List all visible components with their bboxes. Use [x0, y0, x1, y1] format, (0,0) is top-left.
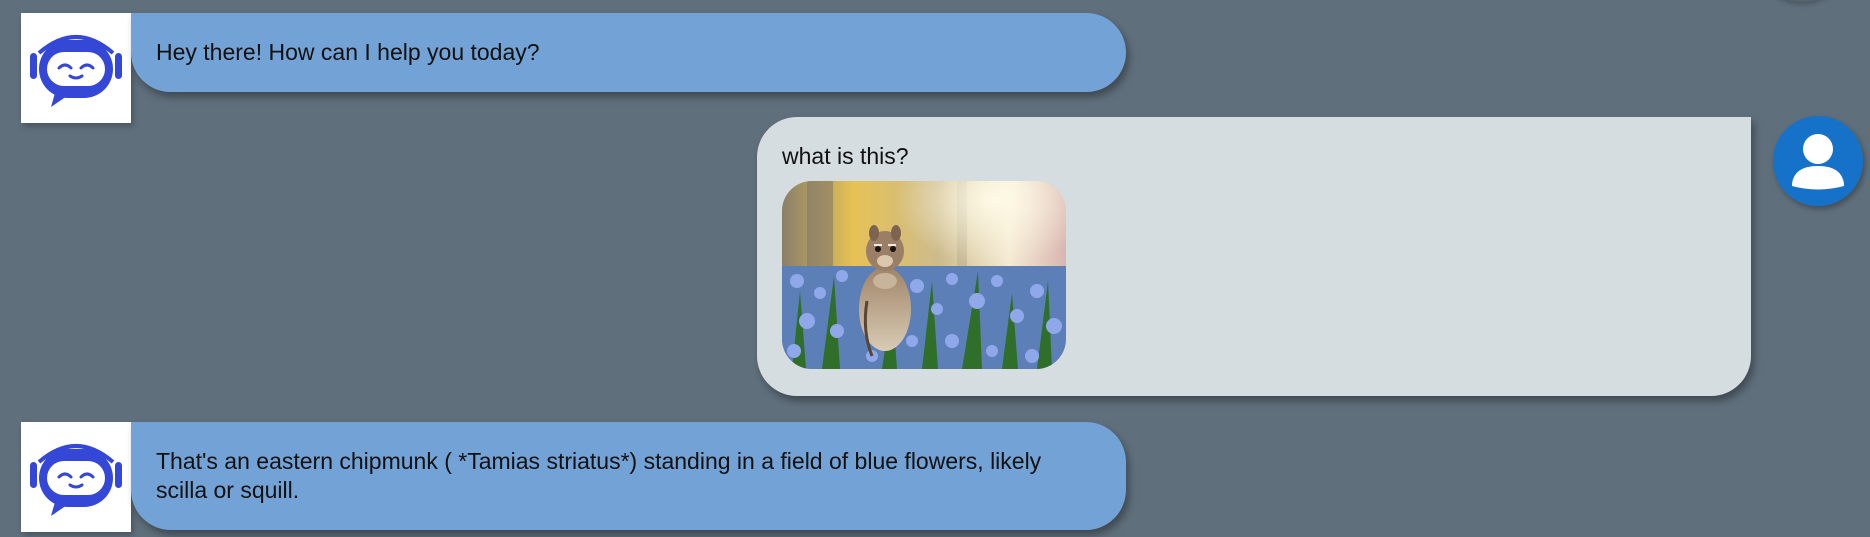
scroll-corner-shape	[1772, 0, 1832, 2]
robot-icon	[30, 35, 122, 107]
robot-icon	[30, 444, 122, 516]
bot-message-text: That's an eastern chipmunk ( *Tamias str…	[156, 448, 1042, 503]
bot-avatar	[21, 13, 131, 123]
user-message-bubble: what is this?	[757, 117, 1751, 396]
bot-message-bubble: That's an eastern chipmunk ( *Tamias str…	[131, 422, 1126, 530]
user-avatar	[1773, 116, 1863, 206]
bot-message-bubble: Hey there! How can I help you today?	[131, 13, 1126, 92]
bot-message-text: Hey there! How can I help you today?	[156, 39, 540, 65]
bot-avatar	[21, 422, 131, 532]
chipmunk-photo[interactable]	[782, 181, 1066, 369]
user-message-text: what is this?	[782, 143, 909, 169]
user-icon	[1773, 116, 1863, 206]
